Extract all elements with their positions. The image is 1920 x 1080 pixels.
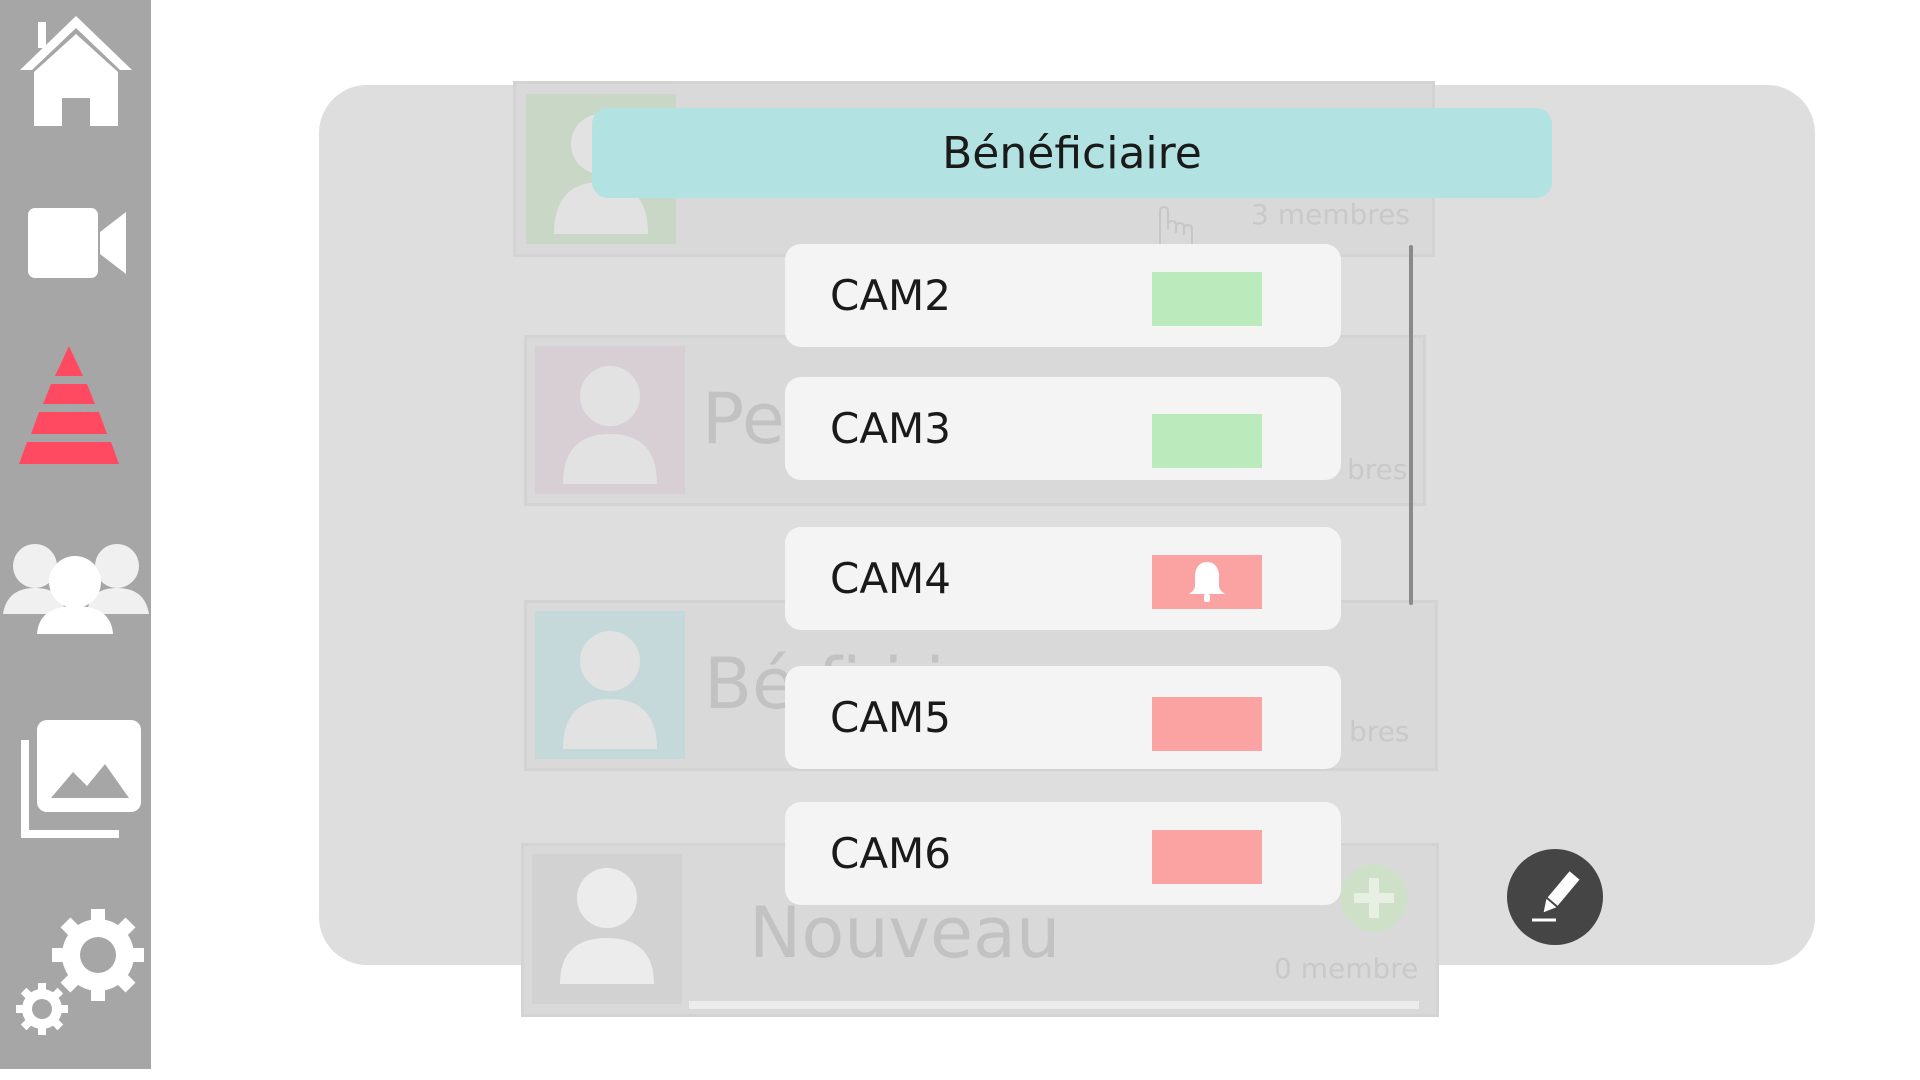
camera-row-cam2[interactable]: CAM2: [785, 244, 1341, 347]
dialog-title: Bénéficiaire: [592, 108, 1552, 198]
nav-home[interactable]: [0, 12, 151, 130]
edit-button[interactable]: [1507, 849, 1603, 945]
nav-pyramid[interactable]: [0, 344, 151, 466]
bell-icon: [1189, 562, 1225, 602]
camera-row-cam6[interactable]: CAM6: [785, 802, 1341, 905]
camera-row-cam4[interactable]: CAM4: [785, 527, 1341, 630]
camera-row-cam3[interactable]: CAM3: [785, 377, 1341, 480]
camera-status-badge[interactable]: [1152, 830, 1262, 884]
nav-settings[interactable]: [0, 905, 151, 1035]
avatar: [535, 346, 685, 494]
avatar: [535, 611, 685, 759]
camera-label: CAM4: [830, 554, 952, 603]
camera-label: CAM2: [830, 271, 952, 320]
group-member-count: 3 membres: [1251, 198, 1410, 231]
camera-label: CAM5: [830, 693, 952, 742]
settings-gears-icon: [15, 909, 144, 1035]
user-avatar-icon: [560, 868, 654, 984]
nav-cameras[interactable]: [0, 200, 151, 280]
camera-label: CAM6: [830, 829, 952, 878]
nav-groups[interactable]: [0, 538, 151, 638]
sidebar: [0, 0, 151, 1069]
scrollbar[interactable]: [1409, 245, 1413, 605]
camera-label: CAM3: [830, 404, 952, 453]
group-member-count: bres: [1347, 453, 1408, 486]
users-group-icon: [2, 544, 149, 634]
plus-icon: [1354, 878, 1394, 918]
avatar: [532, 854, 682, 1004]
add-group-button[interactable]: [1340, 864, 1408, 932]
user-avatar-icon: [563, 631, 657, 749]
gallery-icon: [20, 720, 141, 838]
camera-status-badge[interactable]: [1152, 414, 1262, 468]
hand-pointer-icon: [1159, 205, 1193, 245]
video-camera-icon: [27, 208, 126, 278]
home-icon: [19, 16, 132, 126]
group-member-count: bres: [1349, 715, 1410, 748]
group-member-count: 0 membre: [1274, 952, 1419, 985]
pyramid-icon: [18, 346, 119, 464]
pencil-icon: [1532, 871, 1580, 922]
user-avatar-icon: [563, 366, 657, 484]
camera-status-badge[interactable]: [1152, 272, 1262, 326]
camera-status-badge[interactable]: [1152, 697, 1262, 751]
camera-row-cam5[interactable]: CAM5: [785, 666, 1341, 769]
camera-status-badge[interactable]: [1152, 555, 1262, 609]
nav-gallery[interactable]: [0, 718, 151, 838]
